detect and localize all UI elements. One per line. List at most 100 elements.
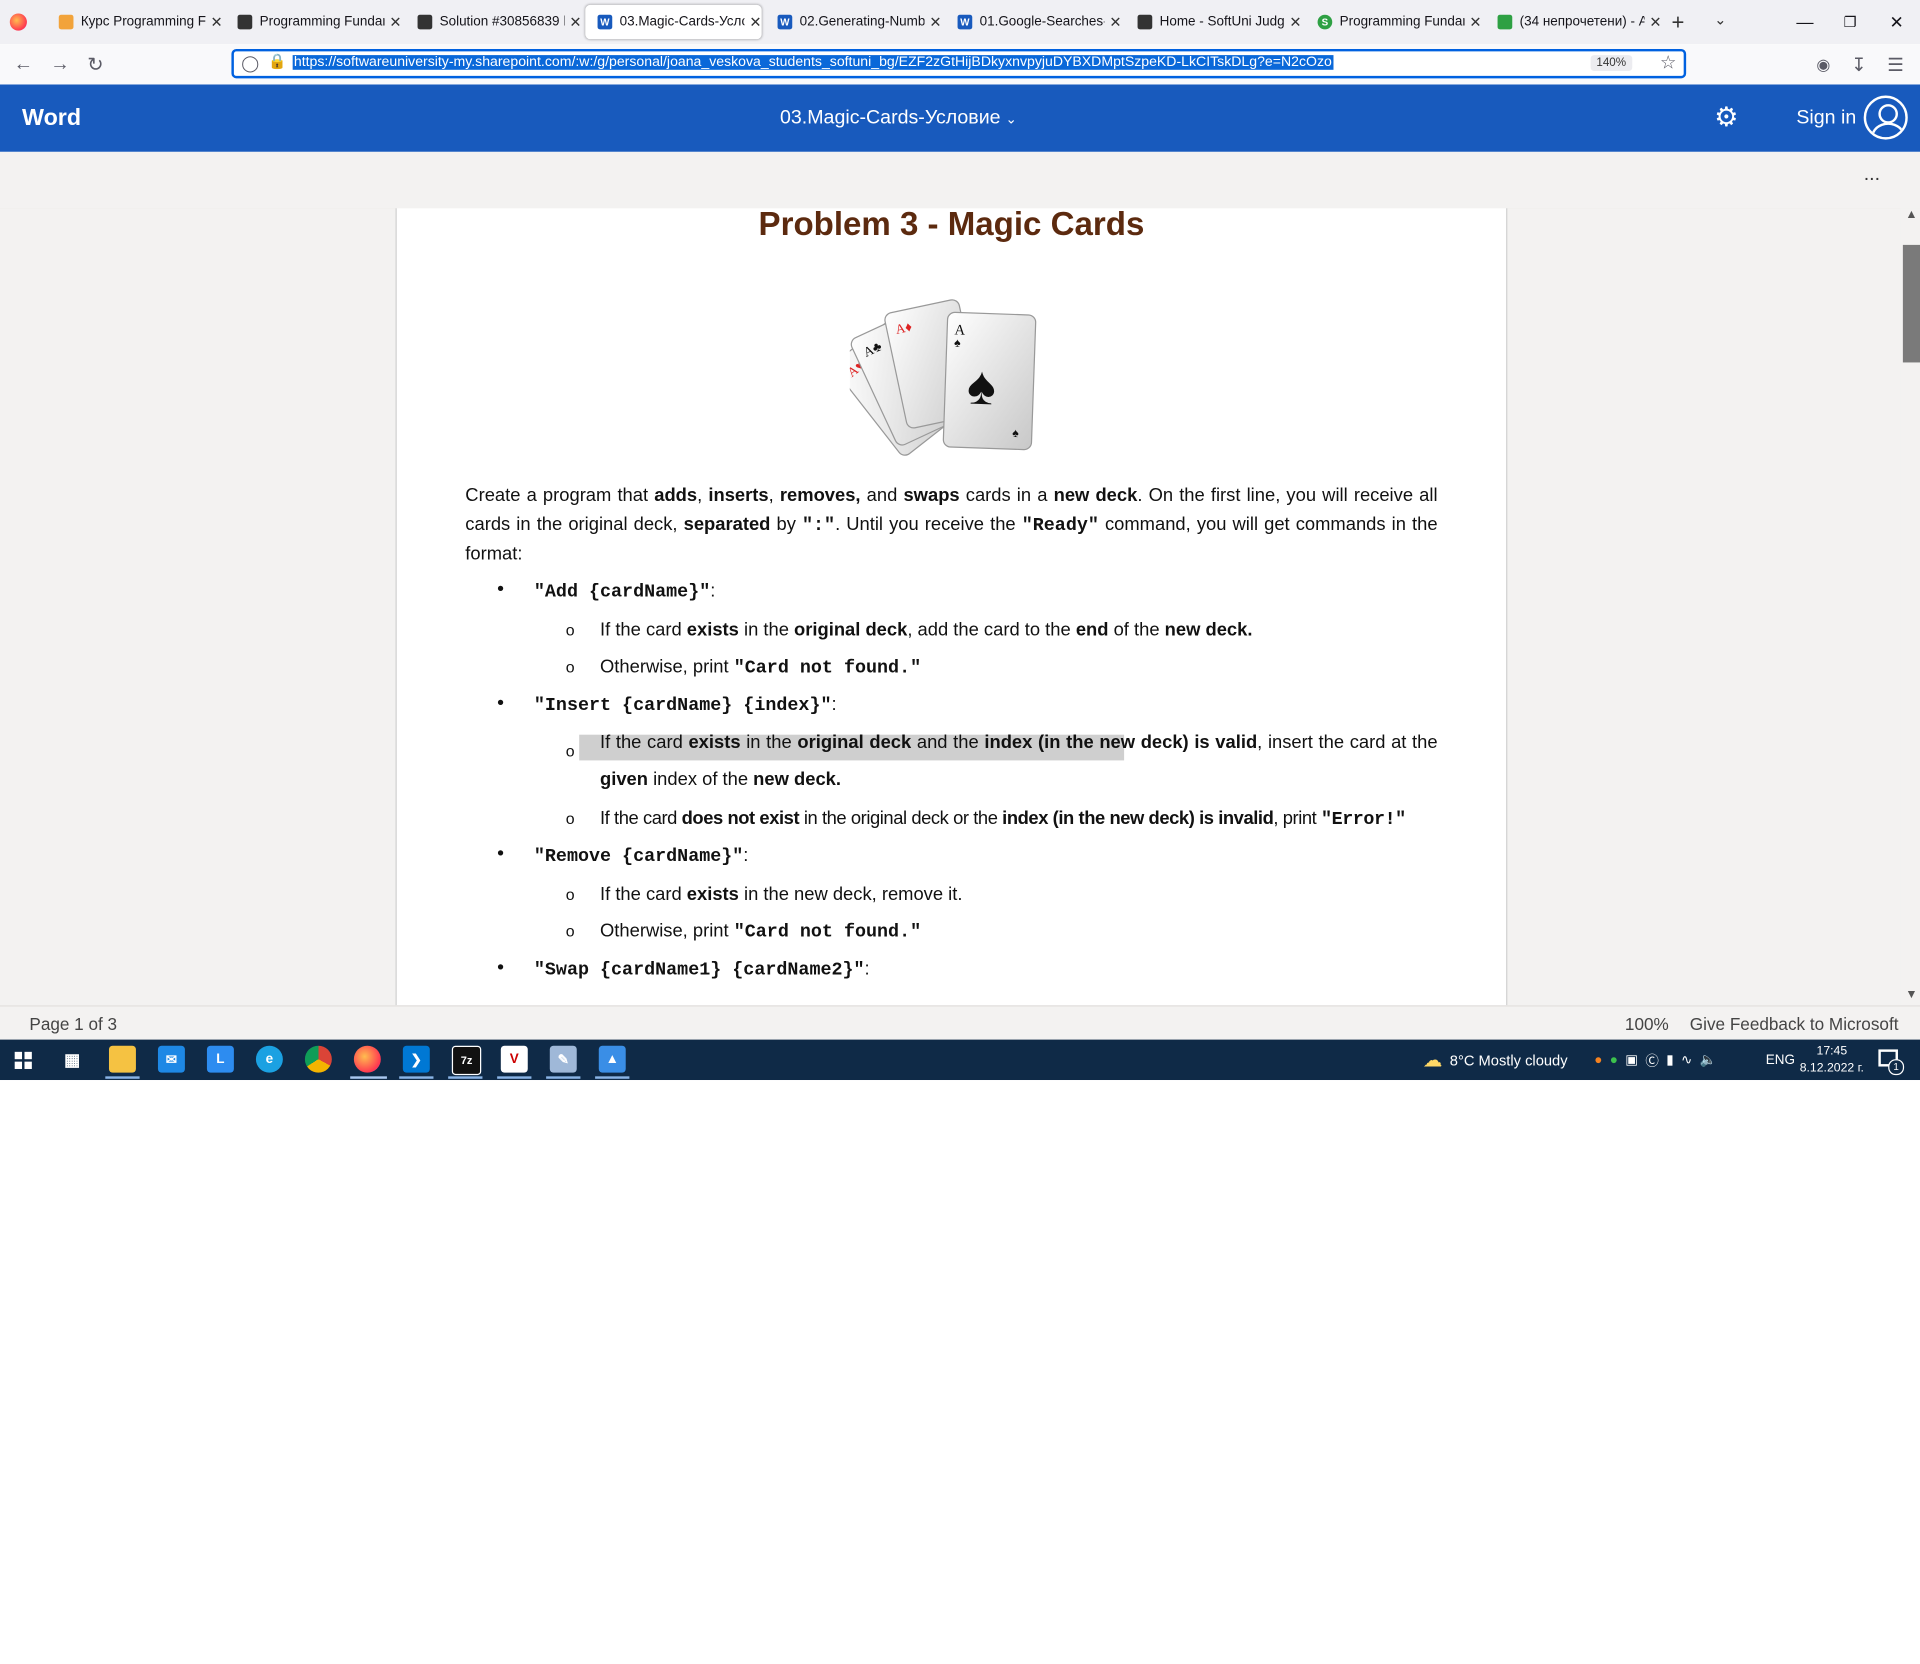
svg-text:♠: ♠ — [966, 356, 997, 417]
paint-icon[interactable]: ✎ — [549, 1045, 577, 1073]
insert-s1-b1: exists — [688, 732, 741, 754]
clock[interactable]: 17:45 8.12.2022 г. — [1798, 1040, 1867, 1080]
browser-tab[interactable]: W 03.Magic-Cards-Услов ✕ — [585, 4, 762, 40]
edge-icon[interactable]: e — [255, 1045, 283, 1073]
vscode-icon[interactable]: ❯ — [402, 1045, 430, 1073]
command-add-text: "Add {cardName}" — [533, 581, 711, 603]
scrollbar-thumb[interactable] — [1902, 244, 1920, 363]
back-button[interactable]: ← — [10, 51, 37, 78]
add-s1-t1: If the card — [600, 619, 687, 641]
lock-icon[interactable]: 🔒 — [268, 53, 286, 70]
task-view-icon[interactable]: ▦ — [59, 1046, 86, 1073]
pocket-icon[interactable]: ◉ — [1810, 51, 1837, 78]
screen: Курс Programming Fu ✕ Programming Fundam ✕ S… — [0, 0, 1920, 1081]
sign-in-link[interactable]: Sign in — [1796, 108, 1856, 130]
browser-tab[interactable]: Home - SoftUni Judge ✕ — [1125, 0, 1302, 44]
url-bar[interactable]: ◯ 🔒 https://softwareuniversity-my.sharep… — [231, 48, 1687, 79]
tab-close-icon[interactable]: ✕ — [929, 13, 941, 30]
svg-text:♠: ♠ — [1012, 426, 1019, 440]
insert-s1-t5: index of the — [647, 768, 754, 790]
remove-s1-t2: in the new deck, remove it. — [738, 884, 963, 905]
firefox-icon[interactable] — [353, 1045, 381, 1073]
browser-tab[interactable]: S Programming Fundam ✕ — [1305, 0, 1482, 44]
file-explorer-icon[interactable] — [108, 1045, 136, 1073]
browser-tab-label: 01.Google-Searches-Ус — [979, 14, 1105, 30]
scroll-up-arrow-icon[interactable]: ▲ — [1905, 208, 1917, 221]
windows-start-icon[interactable] — [14, 1051, 32, 1069]
tab-close-icon[interactable]: ✕ — [1289, 13, 1301, 30]
remove-s1-b1: exists — [686, 884, 739, 905]
scroll-down-arrow-icon[interactable]: ▼ — [1905, 988, 1917, 1001]
insert-s2-t1: If the card — [600, 808, 682, 829]
cloud-sun-icon: ☁ — [1422, 1050, 1443, 1071]
insert-s1-b4: given — [600, 768, 648, 790]
insert-s1-b2: original deck — [797, 732, 912, 754]
word-app-name[interactable]: Word — [22, 105, 81, 132]
taskbar-running-indicator — [595, 1076, 630, 1079]
insert-s2-m1: "Error!" — [1321, 809, 1406, 831]
language-indicator[interactable]: ENG — [1766, 1040, 1795, 1080]
browser-tab-label: Курс Programming Fu — [80, 14, 206, 30]
weather-widget[interactable]: ☁ 8°C Mostly cloudy — [1423, 1040, 1568, 1080]
browser-tab-label: Programming Fundam — [259, 14, 385, 30]
chrome-icon[interactable] — [304, 1045, 332, 1073]
add-s1-t3: , add the card to the — [907, 619, 1076, 641]
list-tabs-icon[interactable]: ⌄ — [1714, 11, 1726, 28]
browser-tab[interactable]: Programming Fundam ✕ — [225, 0, 402, 44]
tab-close-icon[interactable]: ✕ — [1469, 13, 1481, 30]
photos-icon[interactable]: ▲ — [598, 1045, 626, 1073]
command-remove-colon: : — [743, 844, 749, 866]
minimize-button[interactable]: — — [1783, 0, 1827, 44]
document-title[interactable]: 03.Magic-Cards-Условие ⌄ — [780, 108, 1017, 130]
windows-taskbar: ▦ ✉ L e ❯ 7z V ✎ ▲ ☁ 8°C Mostly cloudy ●… — [0, 1039, 1920, 1081]
browser-tab[interactable]: Solution #30856839 by ✕ — [405, 0, 582, 44]
browser-tab[interactable]: W 01.Google-Searches-Ус✕ — [945, 0, 1122, 44]
7zip-icon[interactable]: 7z — [451, 1045, 482, 1076]
bullet-dot: • — [497, 579, 505, 601]
tab-close-icon[interactable]: ✕ — [1109, 13, 1121, 30]
intro-mono-ready: "Ready" — [1021, 514, 1099, 536]
restore-button[interactable]: ❐ — [1828, 0, 1872, 44]
tab-close-icon[interactable]: ✕ — [1649, 13, 1661, 30]
firefox-menu-icon[interactable] — [9, 13, 27, 31]
tab-close-icon[interactable]: ✕ — [389, 13, 401, 30]
zoom-status[interactable]: 100% — [1625, 1014, 1669, 1034]
screen-inner: Курс Programming Fu ✕ Programming Fundam ✕ S… — [0, 0, 1920, 1081]
user-avatar-icon[interactable] — [1863, 95, 1908, 140]
l-app-icon[interactable]: L — [206, 1045, 234, 1073]
intro-text-3: , — [768, 484, 780, 506]
command-swap-colon: : — [864, 958, 870, 980]
bookmark-star-icon[interactable]: ☆ — [1660, 51, 1676, 74]
intro-text-4: and — [860, 484, 904, 506]
browser-tab[interactable]: Курс Programming Fu ✕ — [47, 0, 223, 44]
close-window-button[interactable]: ✕ — [1875, 0, 1919, 44]
more-options-button[interactable]: ... — [1864, 164, 1880, 186]
insert-invalid-line: If the card does not exist in the origin… — [600, 808, 1406, 830]
new-tab-button[interactable]: + — [1671, 10, 1684, 36]
document-page: Problem 3 - Magic Cards A♥ A♣ A♦ A ♠ ♠ ♠ Cr… — [395, 208, 1508, 1006]
settings-gear-icon[interactable]: ⚙ — [1714, 102, 1738, 134]
zoom-level-button[interactable]: 140% — [1590, 55, 1633, 72]
feedback-link[interactable]: Give Feedback to Microsoft — [1690, 1014, 1899, 1034]
vivaldi-like-icon[interactable]: V — [500, 1045, 528, 1073]
shield-icon[interactable]: ◯ — [241, 54, 259, 74]
insert-s1-b5: new deck. — [753, 768, 841, 790]
tab-close-icon[interactable]: ✕ — [569, 13, 581, 30]
system-tray-icons[interactable]: ● ● ▣ Ⓒ ▮ ∿ 🔈 — [1594, 1040, 1716, 1080]
tab-close-icon[interactable]: ✕ — [211, 13, 223, 30]
url-text[interactable]: https://softwareuniversity-my.sharepoint… — [292, 55, 1334, 70]
reload-button[interactable]: ↻ — [82, 51, 109, 78]
win-pane — [24, 1051, 32, 1060]
command-remove: "Remove {cardName}": — [534, 845, 749, 867]
browser-tab-strip: Курс Programming Fu ✕ Programming Fundam ✕ S… — [0, 0, 1920, 45]
downloads-icon[interactable]: ↧ — [1845, 51, 1872, 78]
mail-icon[interactable]: ✉ — [157, 1045, 185, 1073]
tab-close-icon[interactable]: ✕ — [749, 13, 761, 30]
app-menu-icon[interactable]: ☰ — [1882, 51, 1909, 78]
word-icon: W — [777, 14, 793, 30]
weather-text: 8°C Mostly cloudy — [1449, 1051, 1568, 1069]
command-insert: "Insert {cardName} {index}": — [534, 694, 837, 716]
browser-tab[interactable]: (34 непрочетени) - АБ ✕ — [1485, 0, 1662, 44]
browser-tab[interactable]: W 02.Generating-Number ✕ — [765, 0, 942, 44]
forward-button[interactable]: → — [47, 51, 74, 78]
